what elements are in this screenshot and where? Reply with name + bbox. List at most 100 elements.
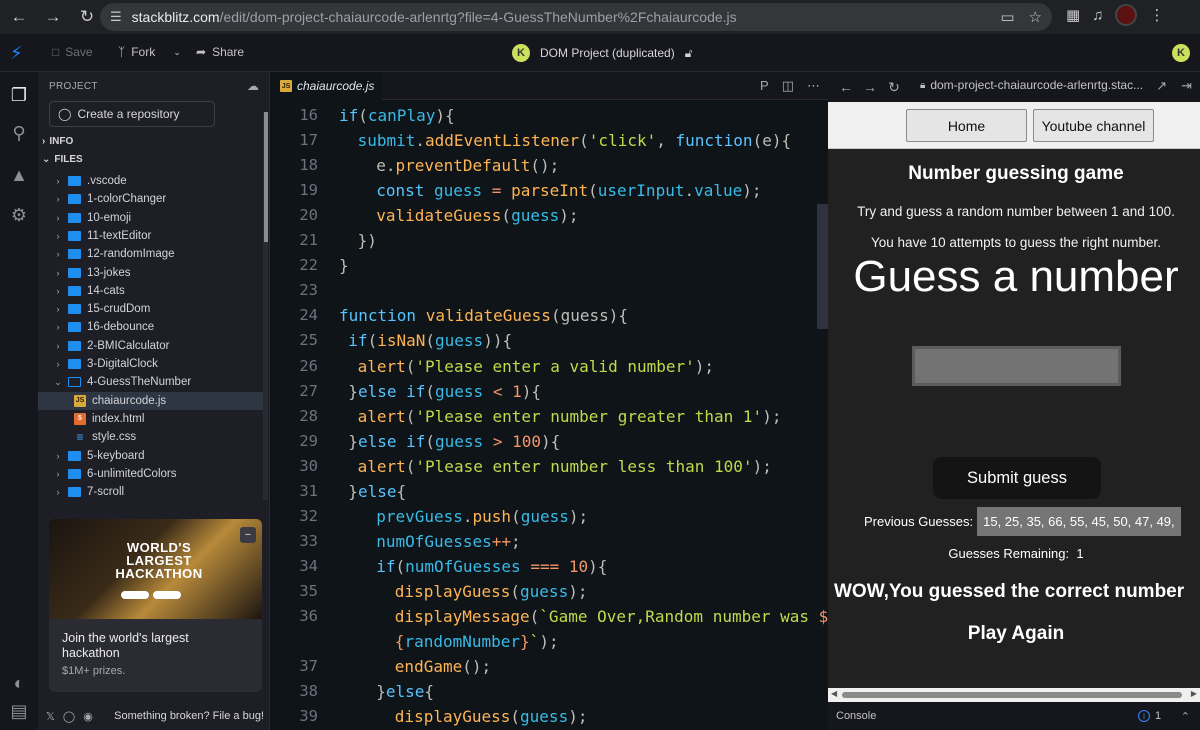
menu-dots-icon[interactable]: ⋮ — [1149, 6, 1164, 24]
more-actions-icon[interactable]: ⋯ — [807, 78, 820, 94]
code-token: . — [684, 181, 695, 201]
bookmark-star-icon[interactable]: ☆ — [1029, 8, 1042, 26]
line-number: 37 — [299, 657, 318, 676]
theme-toggle-icon[interactable]: ◐ — [8, 672, 30, 694]
editor-scroll-thumb[interactable] — [817, 204, 828, 329]
chevron-right-icon: › — [56, 249, 60, 260]
preview-page: Home Youtube channel Number guessing gam… — [828, 102, 1200, 702]
tree-item[interactable]: ⌄ 4-GuessTheNumber — [38, 373, 263, 391]
site-settings-icon[interactable]: ☰ — [110, 9, 122, 25]
line-number: 25 — [299, 331, 318, 350]
code-token: ( — [358, 106, 368, 125]
github-icon[interactable]: ◯ — [63, 710, 75, 723]
code-token: } — [520, 632, 530, 652]
profile-avatar[interactable] — [1115, 4, 1138, 26]
share-icon: ➦ — [196, 45, 207, 59]
split-editor-icon[interactable]: ◫ — [782, 78, 794, 94]
preview-reload-icon[interactable]: ↻ — [882, 79, 906, 96]
cloud-download-icon[interactable]: ☁ — [247, 79, 259, 93]
submit-guess-button[interactable]: Submit guess — [933, 457, 1101, 499]
tree-item[interactable]: › 14-cats — [38, 282, 263, 300]
address-bar[interactable]: ☰ stackblitz.com/edit/dom-project-chaiau… — [100, 3, 1052, 31]
code-token: . — [415, 131, 426, 151]
scroll-right-icon[interactable]: ▶ — [1191, 689, 1197, 698]
user-avatar[interactable]: K — [1172, 44, 1190, 62]
console-bar[interactable]: Console i 1 ⌃ — [828, 702, 1200, 730]
expand-console-icon[interactable]: ⌃ — [1181, 710, 1190, 723]
guesses-remaining-label: Guesses Remaining: — [948, 546, 1070, 561]
open-new-window-icon[interactable]: ↗ — [1156, 78, 1167, 94]
preview-scroll-thumb[interactable] — [842, 692, 1182, 698]
fork-button[interactable]: ᛉ Fork ⌄ — [118, 45, 181, 59]
youtube-channel-button[interactable]: Youtube channel — [1033, 109, 1154, 142]
code-token: submit — [357, 131, 416, 151]
install-app-icon[interactable]: ▭ — [1000, 8, 1014, 26]
code-line: 36 displayMessage(`Game Over,Random numbe… — [270, 604, 828, 629]
preview-horizontal-scrollbar[interactable]: ◀ ▶ — [828, 688, 1200, 702]
code-text: validateGuess(guess); — [376, 203, 578, 228]
tree-item[interactable]: › 6-unlimitedColors — [38, 465, 263, 483]
layout-panel-icon[interactable]: ▤ — [8, 700, 30, 722]
media-control-icon[interactable]: ♫ — [1092, 7, 1103, 24]
preview-url-bar[interactable]: 🔒︎ dom-project-chaiaurcode-arlenrtg.stac… — [920, 78, 1143, 92]
create-repository-button[interactable]: ◯ Create a repository — [49, 101, 215, 127]
collapse-promo-icon[interactable]: − — [240, 527, 256, 543]
search-icon[interactable]: ⚲ — [8, 122, 30, 144]
reload-icon[interactable]: ↻ — [74, 4, 100, 30]
tab-chaiaurcode-js[interactable]: JS chaiaurcode.js — [270, 72, 382, 100]
back-arrow-icon[interactable]: ← — [6, 4, 32, 30]
settings-gear-icon[interactable]: ⚙ — [8, 204, 30, 226]
save-button[interactable]: □ Save — [52, 45, 93, 59]
guess-input[interactable] — [912, 346, 1121, 386]
chevron-right-icon: › — [56, 304, 60, 315]
tree-item[interactable]: › 5-keyboard — [38, 447, 263, 465]
prettier-icon[interactable]: P — [760, 78, 769, 94]
code-token: ){ — [608, 306, 629, 326]
info-section-toggle[interactable]: › INFO — [42, 136, 73, 147]
preview-forward-icon[interactable]: → — [858, 79, 882, 95]
tree-item[interactable]: › 10-emoji — [38, 209, 263, 227]
discord-icon[interactable]: ◉ — [83, 710, 93, 723]
tree-item[interactable]: › 11-textEditor — [38, 227, 263, 245]
files-icon[interactable]: ❐ — [8, 84, 30, 106]
tree-item[interactable]: › .vscode — [38, 172, 263, 190]
forward-arrow-icon[interactable]: → — [40, 4, 66, 30]
file-bug-link[interactable]: Something broken? File a bug! — [114, 710, 264, 722]
tree-item[interactable]: 5 index.html — [38, 410, 263, 428]
tree-item[interactable]: › 15-crudDom — [38, 300, 263, 318]
code-token: parseInt — [511, 181, 589, 201]
code-token: 1 — [512, 381, 522, 401]
tree-item[interactable]: › 12-randomImage — [38, 245, 263, 263]
home-button[interactable]: Home — [906, 109, 1027, 142]
extensions-icon[interactable]: ▦ — [1066, 6, 1080, 24]
play-again-button[interactable]: Play Again — [828, 623, 1200, 645]
close-panel-icon[interactable]: ⇥ — [1181, 78, 1192, 94]
project-title-area[interactable]: K DOM Project (duplicated) 🔓︎ — [512, 44, 693, 62]
tree-item[interactable]: › 7-scroll — [38, 483, 263, 501]
tree-item[interactable]: › 2-BMICalculator — [38, 337, 263, 355]
tree-item[interactable]: JS chaiaurcode.js — [38, 391, 263, 410]
tree-item[interactable]: › 1-colorChanger — [38, 190, 263, 208]
stackblitz-logo-icon[interactable]: ⚡ — [10, 43, 23, 64]
console-info-count[interactable]: i 1 — [1138, 710, 1161, 722]
files-section-toggle[interactable]: ⌄ FILES — [42, 154, 83, 165]
scroll-left-icon[interactable]: ◀ — [831, 689, 837, 698]
share-button[interactable]: ➦ Share — [196, 45, 244, 59]
hackathon-promo-card[interactable]: WORLD'S LARGEST HACKATHON − Join the wor… — [49, 519, 262, 692]
tree-item[interactable]: ≡ style.css — [38, 428, 263, 446]
tree-item[interactable]: › 13-jokes — [38, 264, 263, 282]
tree-item[interactable]: › 3-DigitalClock — [38, 355, 263, 373]
line-number: 32 — [299, 506, 318, 525]
firebase-icon[interactable]: ▲ — [8, 164, 30, 186]
code-token: guess — [520, 581, 569, 601]
activity-bar: ❐ ⚲ ▲ ⚙ ◐ ▤ — [0, 72, 38, 730]
preview-back-icon[interactable]: ← — [834, 79, 858, 95]
tree-item[interactable]: › 16-debounce — [38, 318, 263, 336]
code-token: endGame — [394, 657, 463, 677]
sidebar-scroll-thumb[interactable] — [264, 112, 268, 242]
chevron-down-icon[interactable]: ⌄ — [173, 47, 181, 58]
previous-guesses: Previous Guesses: 15, 25, 35, 66, 55, 45… — [864, 507, 1181, 536]
code-area[interactable]: 16 if(canPlay){17 submit.addEventListener(… — [270, 100, 828, 730]
twitter-icon[interactable]: 𝕏 — [46, 710, 55, 723]
promo-subtitle: $1M+ prizes. — [62, 665, 126, 677]
